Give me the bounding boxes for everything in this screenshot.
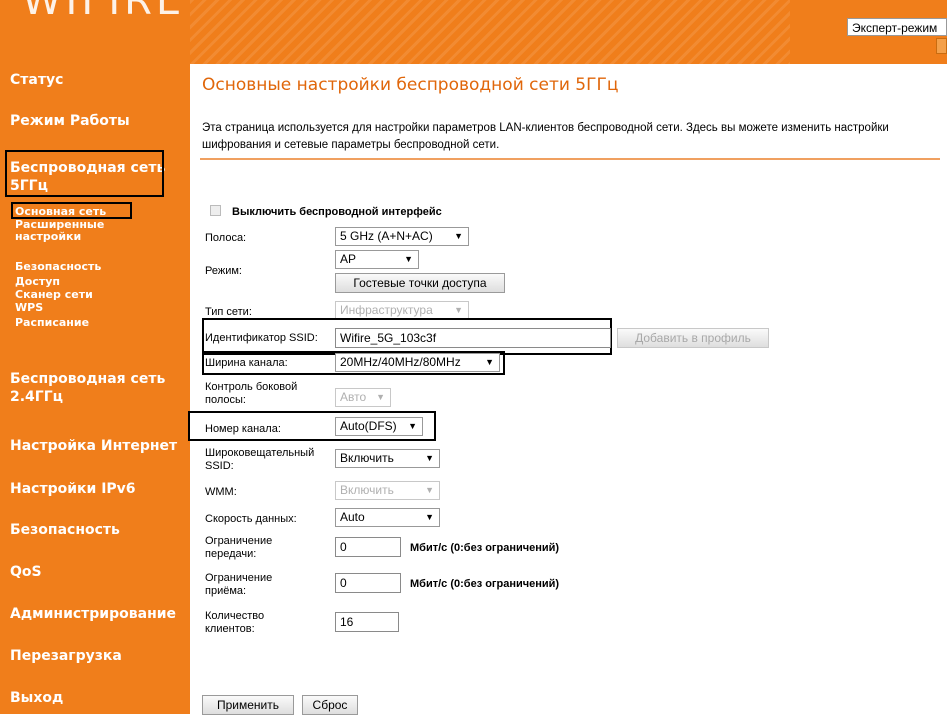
channel-number-select[interactable]: Auto(DFS) ▼: [335, 417, 423, 436]
chevron-down-icon: ▼: [376, 392, 385, 402]
sidebar-subitem-scanner[interactable]: Сканер сети: [15, 289, 93, 301]
chevron-down-icon: ▼: [454, 231, 463, 241]
mode-select[interactable]: AP ▼: [335, 250, 419, 269]
broadcast-ssid-select[interactable]: Включить ▼: [335, 449, 440, 468]
sidebar-item-admin[interactable]: Администрирование: [10, 606, 176, 622]
rx-limit-input[interactable]: 0: [335, 573, 401, 593]
select-value: Auto(DFS): [340, 419, 397, 433]
select-value: Авто: [340, 390, 367, 404]
sidebar-item-logout[interactable]: Выход: [10, 690, 63, 706]
sidebar-item-ipv6[interactable]: Настройки IPv6: [10, 481, 136, 497]
band-select[interactable]: 5 GHz (A+N+AC) ▼: [335, 227, 469, 246]
add-to-profile-button[interactable]: Добавить в профиль: [617, 328, 769, 348]
select-value: Auto: [340, 510, 365, 524]
sidebar-item-status[interactable]: Статус: [10, 72, 63, 88]
label-line: приёма:: [205, 585, 247, 597]
mode-label: Режим:: [205, 265, 242, 277]
sidebar-subitem-security[interactable]: Безопасность: [15, 261, 101, 273]
label-line: Ограничение: [205, 535, 273, 547]
sidebar-item-qos[interactable]: QoS: [10, 564, 42, 580]
logo: WIFIRE: [22, 0, 186, 24]
apply-button[interactable]: Применить: [202, 695, 294, 715]
sidebar-subitem-advanced[interactable]: Расширенные настройки: [15, 219, 104, 243]
header-bar: WIFIRE Эксперт-режим: [0, 0, 947, 64]
data-rate-label: Скорость данных:: [205, 513, 297, 525]
sidebar-item-label: 2.4ГГц: [10, 389, 64, 405]
ssid-input[interactable]: Wifire_5G_103c3f: [335, 328, 611, 348]
sidebar-subitem-wps[interactable]: WPS: [15, 302, 43, 314]
sidebar-item-wireless-24ghz[interactable]: Беспроводная сеть 2.4ГГц: [10, 370, 165, 406]
chevron-down-icon: ▼: [404, 254, 413, 264]
label-line: SSID:: [205, 460, 234, 472]
ssid-label: Идентификатор SSID:: [205, 332, 318, 344]
sidebar-subitem-access[interactable]: Доступ: [15, 276, 60, 288]
chevron-down-icon: ▼: [485, 357, 494, 367]
reset-button[interactable]: Сброс: [302, 695, 358, 715]
band-label: Полоса:: [205, 232, 247, 244]
sidebar-subitem-schedule[interactable]: Расписание: [15, 317, 89, 329]
header-decoration: [190, 0, 790, 64]
channel-width-select[interactable]: 20MHz/40MHz/80MHz ▼: [335, 353, 500, 372]
divider: [200, 158, 940, 160]
chevron-down-icon: ▼: [425, 485, 434, 495]
page-description: Эта страница используется для настройки …: [202, 122, 889, 151]
wmm-select[interactable]: Включить ▼: [335, 481, 440, 500]
page-title: Основные настройки беспроводной сети 5ГГ…: [202, 75, 619, 95]
select-value: Включить: [340, 483, 394, 497]
channel-width-label: Ширина канала:: [205, 357, 288, 369]
disable-interface-checkbox[interactable]: [210, 205, 221, 216]
clients-count-input[interactable]: 16: [335, 612, 399, 632]
label-line: передачи:: [205, 548, 257, 560]
sidebar-item-security[interactable]: Безопасность: [10, 522, 120, 538]
data-rate-select[interactable]: Auto ▼: [335, 508, 440, 527]
tx-limit-unit: Мбит/с (0:без ограничений): [410, 542, 560, 554]
guest-access-points-button[interactable]: Гостевые точки доступа: [335, 273, 505, 293]
highlight-box: [5, 150, 164, 197]
wmm-label: WMM:: [205, 486, 237, 498]
sidebar-subitem-label: настройки: [15, 230, 82, 243]
sideband-select[interactable]: Авто ▼: [335, 388, 391, 407]
rx-limit-unit: Мбит/с (0:без ограничений): [410, 578, 560, 590]
sideband-label: Контроль боковой полосы:: [205, 381, 297, 407]
sidebar-item-work-mode[interactable]: Режим Работы: [10, 113, 130, 129]
channel-number-label: Номер канала:: [205, 423, 281, 435]
label-line: Количество: [205, 610, 265, 622]
label-line: Широковещательный: [205, 447, 315, 459]
expert-mode-select[interactable]: Эксперт-режим: [847, 18, 947, 36]
label-line: клиентов:: [205, 623, 255, 635]
sidebar-item-label: Беспроводная сеть: [10, 371, 166, 387]
chevron-down-icon: ▼: [408, 421, 417, 431]
tx-limit-label: Ограничение передачи:: [205, 535, 272, 561]
select-value: AP: [340, 252, 357, 266]
label-line: Ограничение: [205, 572, 273, 584]
chevron-down-icon: ▼: [425, 453, 434, 463]
select-value: Инфраструктура: [340, 303, 433, 317]
broadcast-ssid-label: Широковещательный SSID:: [205, 447, 314, 473]
tx-limit-input[interactable]: 0: [335, 537, 401, 557]
chevron-down-icon: ▼: [425, 512, 434, 522]
expert-mode-button[interactable]: [936, 38, 947, 54]
rx-limit-label: Ограничение приёма:: [205, 572, 272, 598]
clients-count-label: Количество клиентов:: [205, 610, 264, 636]
chevron-down-icon: ▼: [454, 305, 463, 315]
select-value: 20MHz/40MHz/80MHz: [340, 355, 461, 369]
label-line: Контроль боковой: [205, 381, 298, 393]
disable-interface-label: Выключить беспроводной интерфейс: [232, 206, 442, 218]
sidebar-item-reboot[interactable]: Перезагрузка: [10, 648, 122, 664]
select-value: Включить: [340, 451, 394, 465]
sidebar-item-internet[interactable]: Настройка Интернет: [10, 438, 177, 454]
label-line: полосы:: [205, 394, 246, 406]
highlight-box: [11, 202, 132, 219]
select-value: 5 GHz (A+N+AC): [340, 229, 433, 243]
